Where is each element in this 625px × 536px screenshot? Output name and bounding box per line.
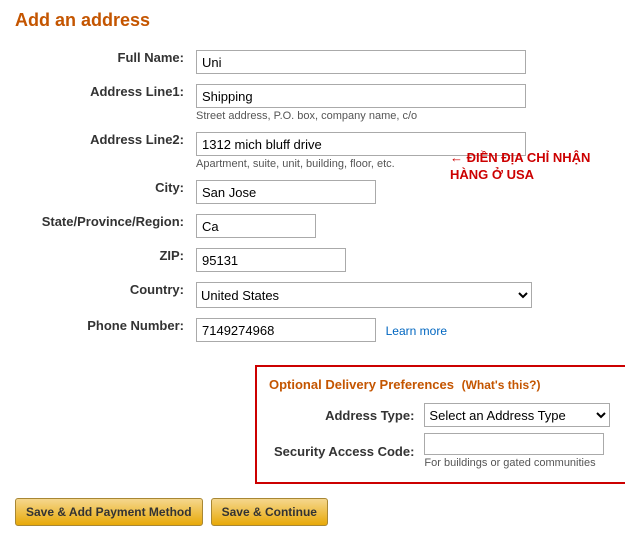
- zip-input[interactable]: [196, 248, 346, 272]
- fullname-row: Full Name:: [15, 45, 610, 79]
- state-label: State/Province/Region:: [15, 209, 190, 243]
- button-row: Save & Add Payment Method Save & Continu…: [15, 498, 610, 526]
- fullname-cell: [190, 45, 610, 79]
- city-label: City:: [15, 175, 190, 209]
- address-type-cell: Select an Address Type: [419, 400, 615, 430]
- address-type-row: Address Type: Select an Address Type: [269, 400, 615, 430]
- zip-label: ZIP:: [15, 243, 190, 277]
- address1-input[interactable]: [196, 84, 526, 108]
- optional-delivery-box: Optional Delivery Preferences (What's th…: [255, 365, 625, 484]
- save-continue-button[interactable]: Save & Continue: [211, 498, 328, 526]
- phone-cell: Learn more: [190, 313, 610, 347]
- state-input[interactable]: [196, 214, 316, 238]
- address-type-select[interactable]: Select an Address Type: [424, 403, 610, 427]
- main-area: Add an address Full Name: Address Line1:…: [15, 10, 610, 526]
- optional-form: Address Type: Select an Address Type Sec…: [269, 400, 615, 472]
- fullname-label: Full Name:: [15, 45, 190, 79]
- country-label: Country:: [15, 277, 190, 313]
- address-annotation: ← ĐIỀN ĐỊA CHỈ NHẬN HÀNG Ở USA: [450, 150, 610, 184]
- address2-label: Address Line2:: [15, 127, 190, 175]
- security-code-row: Security Access Code: For buildings or g…: [269, 430, 615, 472]
- security-code-hint: For buildings or gated communities: [424, 457, 610, 469]
- address1-hint: Street address, P.O. box, company name, …: [196, 110, 604, 122]
- security-code-label: Security Access Code:: [269, 430, 419, 472]
- phone-row: Phone Number: Learn more: [15, 313, 610, 347]
- state-cell: [190, 209, 610, 243]
- learn-more-link[interactable]: Learn more: [386, 324, 447, 338]
- country-cell: United States: [190, 277, 610, 313]
- address1-label: Address Line1:: [15, 79, 190, 127]
- address-type-label: Address Type:: [269, 400, 419, 430]
- save-payment-button[interactable]: Save & Add Payment Method: [15, 498, 203, 526]
- address1-row: Address Line1: Street address, P.O. box,…: [15, 79, 610, 127]
- state-row: State/Province/Region:: [15, 209, 610, 243]
- whats-this-link[interactable]: (What's this?): [462, 378, 541, 392]
- security-code-input[interactable]: [424, 433, 604, 455]
- country-select[interactable]: United States: [196, 282, 532, 308]
- page-title: Add an address: [15, 10, 610, 31]
- security-code-cell: For buildings or gated communities: [419, 430, 615, 472]
- phone-input[interactable]: [196, 318, 376, 342]
- phone-label: Phone Number:: [15, 313, 190, 347]
- address1-cell: Street address, P.O. box, company name, …: [190, 79, 610, 127]
- optional-title: Optional Delivery Preferences (What's th…: [269, 377, 615, 392]
- fullname-input[interactable]: [196, 50, 526, 74]
- country-row: Country: United States: [15, 277, 610, 313]
- zip-cell: [190, 243, 610, 277]
- zip-row: ZIP:: [15, 243, 610, 277]
- address-form: Full Name: Address Line1: Street address…: [15, 45, 610, 347]
- city-input[interactable]: [196, 180, 376, 204]
